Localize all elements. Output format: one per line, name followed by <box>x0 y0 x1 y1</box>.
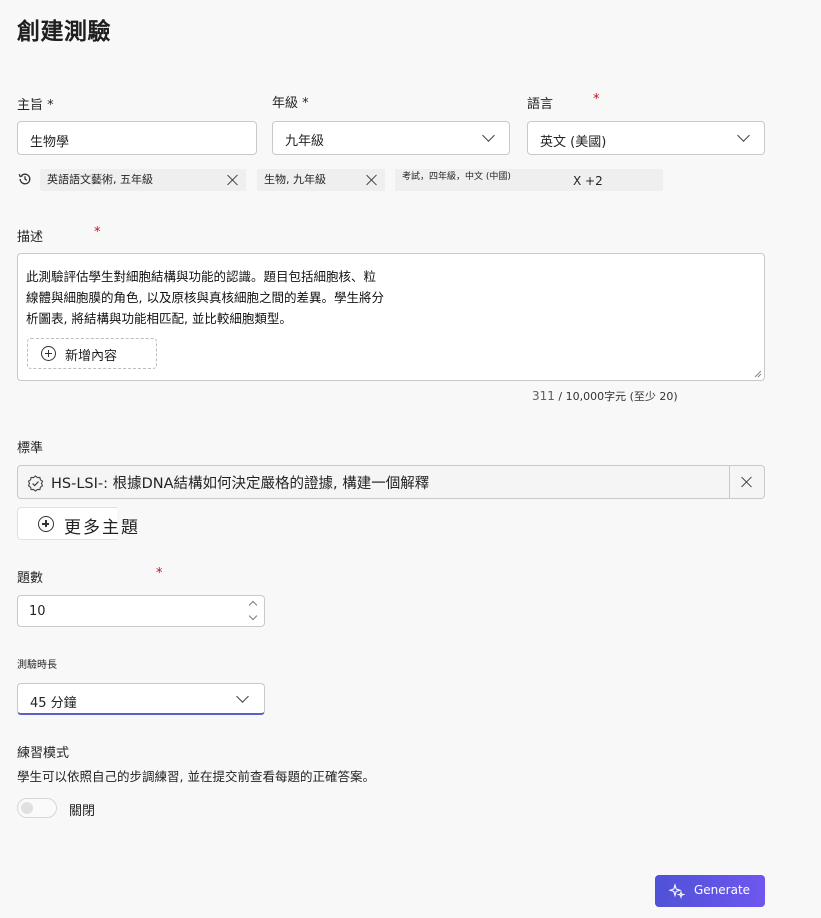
add-content-button[interactable]: 新增內容 <box>27 338 157 369</box>
question-count-required-mark: * <box>156 566 163 581</box>
description-line: 此測驗評估學生對細胞結構與功能的認識。題目包括細胞核、粒 <box>26 269 377 284</box>
recent-chip[interactable]: 英語語文藝術, 五年級 <box>40 169 246 191</box>
close-icon[interactable] <box>366 174 378 186</box>
question-count-label: 題數 <box>17 571 44 586</box>
remove-standard-button[interactable] <box>729 466 764 498</box>
grade-value: 九年級 <box>285 134 325 149</box>
description-required-mark: * <box>94 225 101 240</box>
more-topics-button[interactable]: 更多主題 <box>17 507 138 540</box>
description-label: 描述 <box>17 230 44 245</box>
standard-text: HS-LSI-: 根據DNA結構如何決定嚴格的證據, 構建一個解釋 <box>51 476 430 492</box>
description-textarea[interactable]: 此測驗評估學生對細胞結構與功能的認識。題目包括細胞核、粒 線體與細胞膜的角色, … <box>17 253 765 381</box>
grade-dropdown[interactable]: 九年級 <box>272 121 510 155</box>
close-icon <box>741 476 753 488</box>
chevron-down-icon[interactable] <box>248 611 258 621</box>
question-count-stepper[interactable]: 10 <box>17 595 265 627</box>
language-value: 英文 (美國) <box>540 135 607 150</box>
subject-value: 生物學 <box>30 135 70 150</box>
description-line: 線體與細胞膜的角色, 以及原核與真核細胞之間的差異。學生將分 <box>26 290 384 305</box>
page-title: 創建測驗 <box>17 19 111 45</box>
resize-handle-icon[interactable] <box>754 370 762 378</box>
standard-item: HS-LSI-: 根據DNA結構如何決定嚴格的證據, 構建一個解釋 <box>17 465 765 499</box>
close-icon[interactable] <box>227 174 239 186</box>
generate-button[interactable]: Generate <box>655 875 765 907</box>
chevron-down-icon <box>236 690 249 703</box>
description-line: 析圖表, 將結構與功能相匹配, 並比較細胞類型。 <box>26 311 292 326</box>
grade-label: 年級 * <box>272 96 309 111</box>
language-dropdown[interactable]: 英文 (美國) <box>527 121 765 155</box>
more-count: X +2 <box>573 174 603 188</box>
question-count-value: 10 <box>29 604 46 619</box>
duration-dropdown[interactable]: 45 分鐘 <box>17 683 265 715</box>
subject-label: 主旨 * <box>17 98 54 113</box>
add-circle-icon <box>38 516 54 532</box>
practice-mode-description: 學生可以依照自己的步調練習, 並在提交前查看每題的正確答案。 <box>17 769 375 784</box>
standards-label: 標準 <box>17 441 44 456</box>
toggle-knob <box>21 802 33 814</box>
sparkle-icon <box>669 883 685 899</box>
character-counter: 311 / 10,000字元 (至少 20) <box>532 389 678 403</box>
chevron-down-icon <box>737 129 750 142</box>
toggle-state-label: 關閉 <box>69 804 96 819</box>
recent-chip[interactable]: 生物, 九年級 <box>257 169 385 191</box>
chevron-down-icon <box>482 129 495 142</box>
add-circle-icon <box>41 346 56 361</box>
history-icon[interactable] <box>18 172 32 186</box>
language-label: 語言 <box>527 97 554 112</box>
duration-label: 測驗時長 <box>17 660 57 671</box>
chevron-up-icon[interactable] <box>248 600 258 610</box>
recent-chip[interactable]: 考試，四年級，中文 (中國) X +2 <box>395 169 663 191</box>
duration-value: 45 分鐘 <box>30 696 77 711</box>
language-required-mark: * <box>593 92 600 107</box>
practice-mode-toggle[interactable] <box>17 798 57 818</box>
practice-mode-label: 練習模式 <box>17 746 70 761</box>
verified-badge-icon <box>27 475 44 492</box>
subject-input[interactable]: 生物學 <box>17 121 257 155</box>
